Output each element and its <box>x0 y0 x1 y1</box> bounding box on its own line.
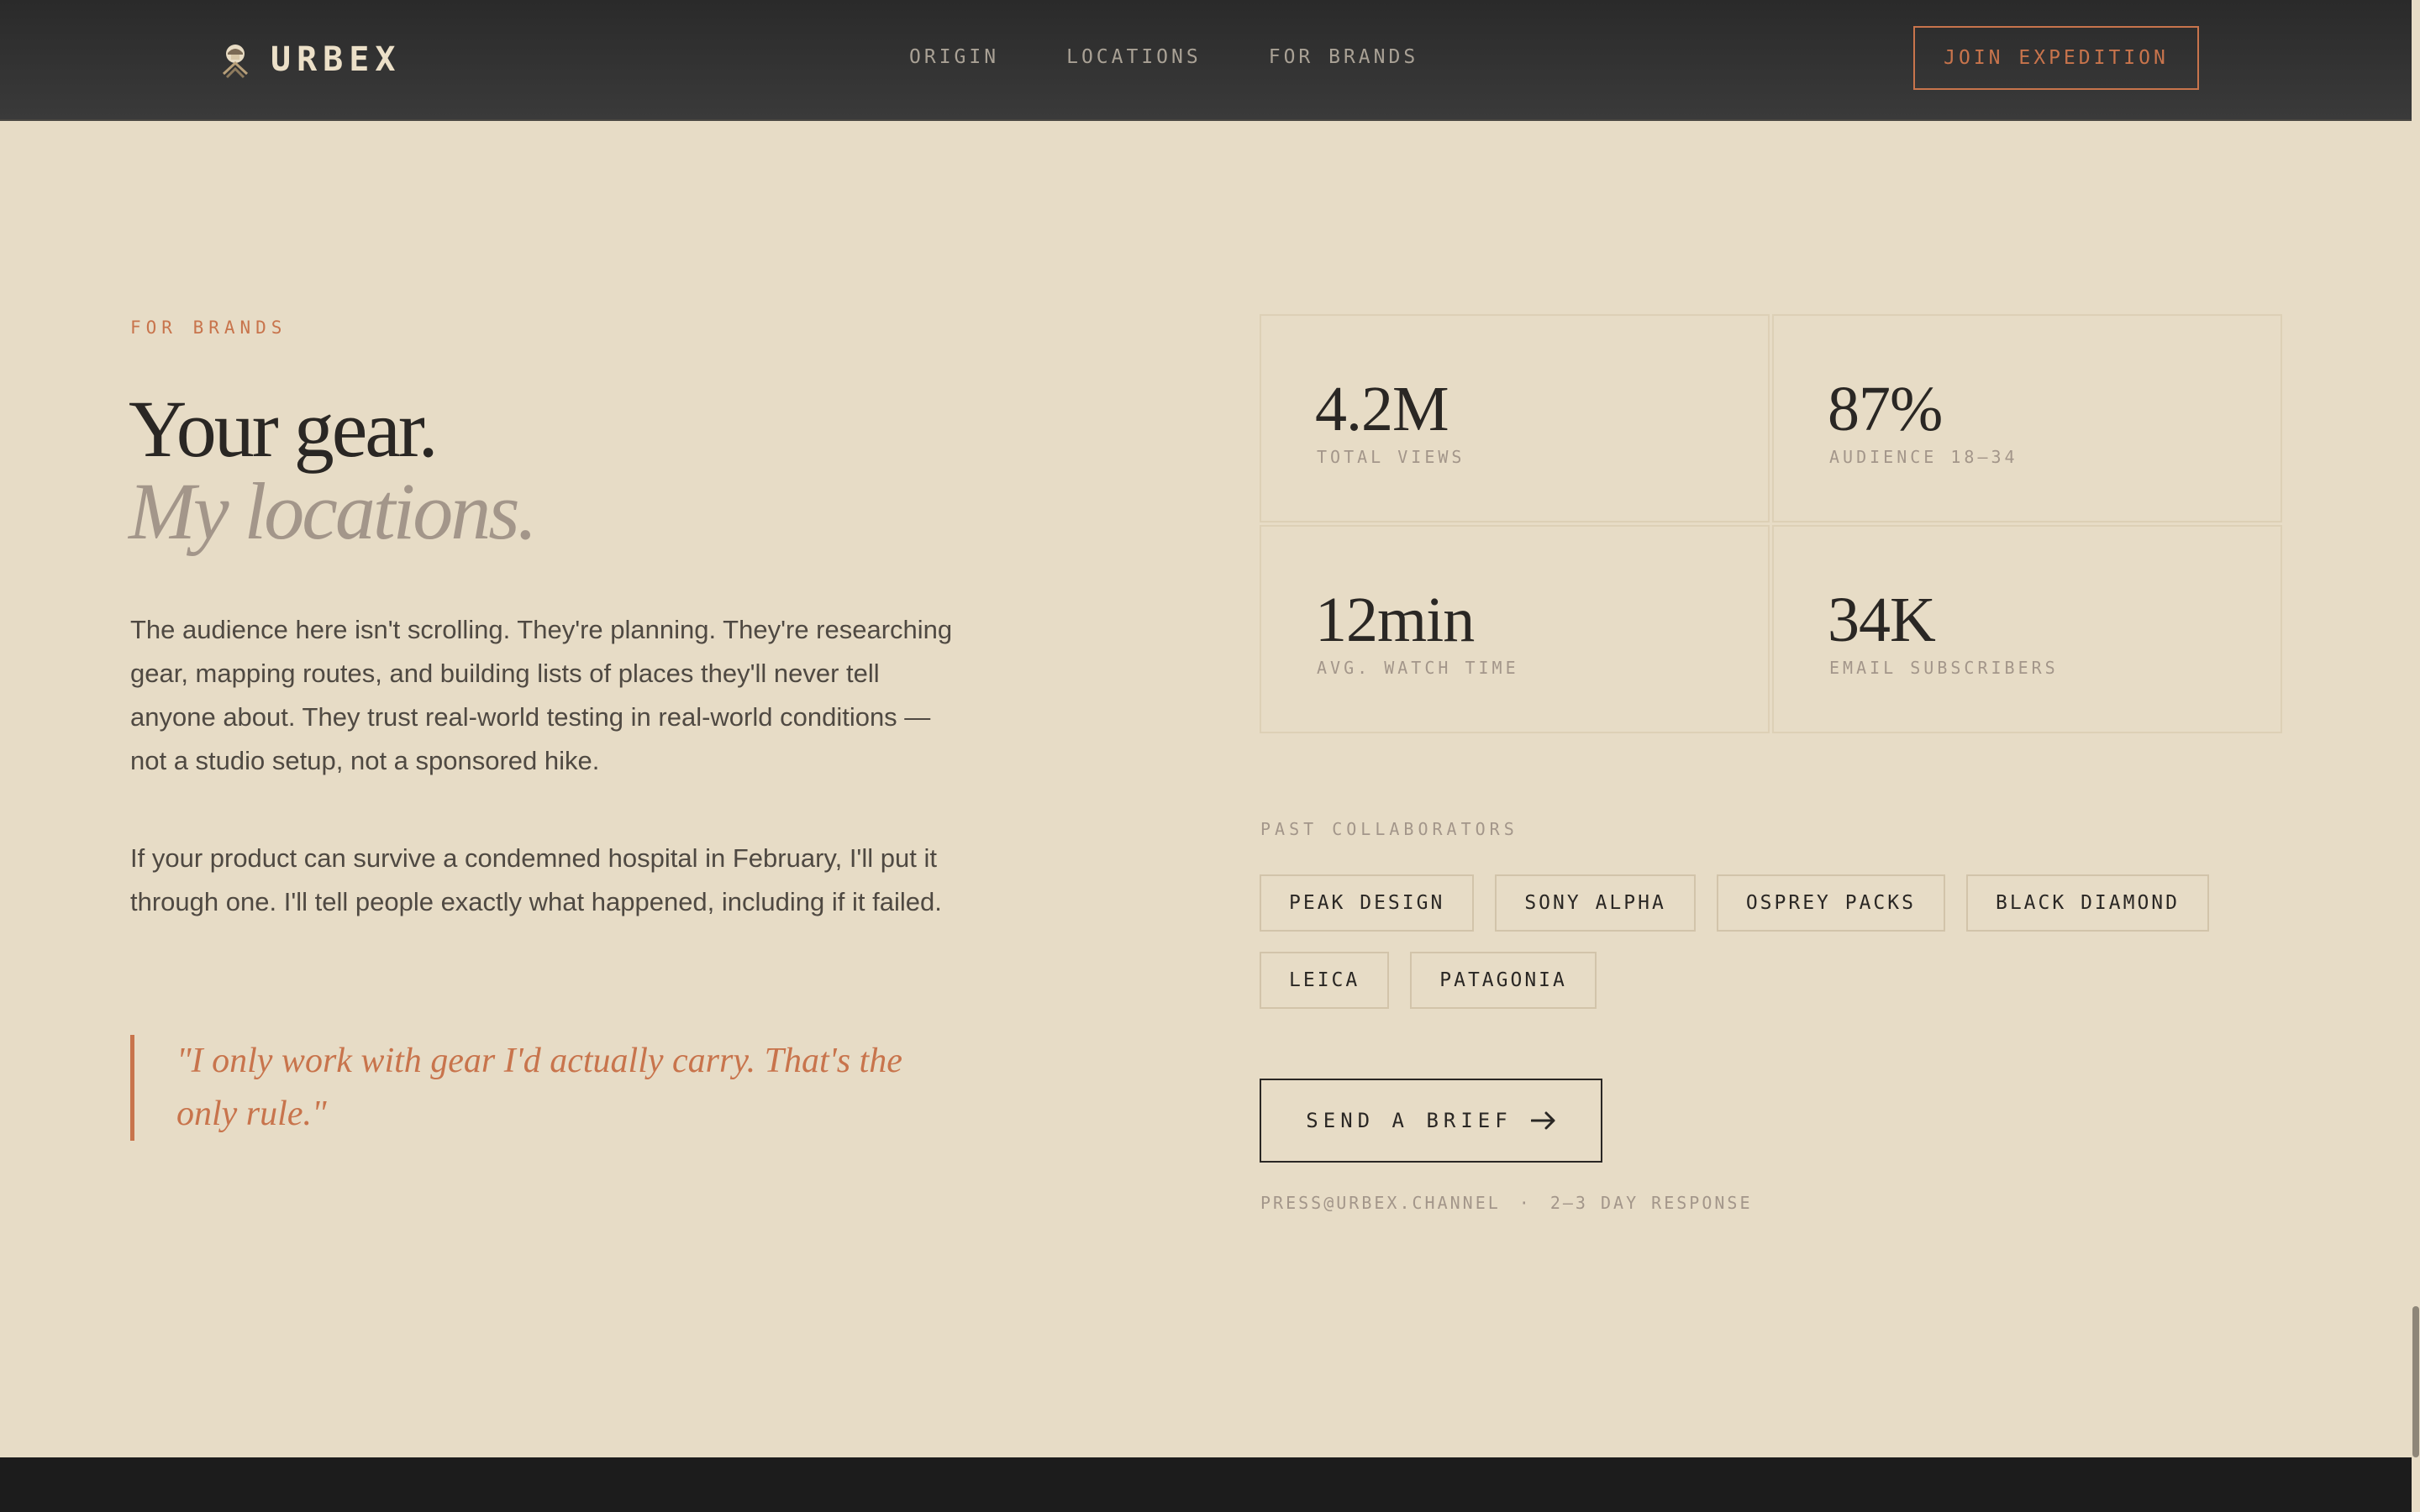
stat-value: 4.2M <box>1315 374 1449 444</box>
collaborator-tag: SONY ALPHA <box>1495 874 1696 932</box>
nav-link-for-brands[interactable]: FOR BRANDS <box>1269 46 1418 68</box>
separator-dot: · <box>1518 1193 1532 1213</box>
press-email-link[interactable]: PRESS@URBEX.CHANNEL <box>1260 1193 1501 1213</box>
page-scrollbar[interactable] <box>2412 0 2420 1512</box>
collaborator-tag: PATAGONIA <box>1410 952 1597 1009</box>
stats-grid: 4.2M TOTAL VIEWS 87% AUDIENCE 18–34 12mi… <box>1260 314 2282 733</box>
stat-value: 34K <box>1828 585 1936 655</box>
contact-line: PRESS@URBEX.CHANNEL · 2–3 DAY RESPONSE <box>1260 1193 1752 1213</box>
brand-name: URBEX <box>271 40 402 79</box>
arrow-right-icon <box>1530 1111 1555 1130</box>
headline-line-1: Your gear. <box>129 384 439 474</box>
scrollbar-thumb[interactable] <box>2412 1306 2419 1457</box>
collaborator-tag-list: PEAK DESIGN SONY ALPHA OSPREY PACKS BLAC… <box>1260 874 2251 1009</box>
collaborator-tag: BLACK DIAMOND <box>1965 874 2209 932</box>
brand-link[interactable]: URBEX <box>220 37 401 82</box>
collaborator-tag: PEAK DESIGN <box>1260 874 1475 932</box>
join-expedition-button[interactable]: JOIN EXPEDITION <box>1913 26 2199 90</box>
nav-link-locations[interactable]: LOCATIONS <box>1066 46 1202 68</box>
intro-paragraph: The audience here isn't scrolling. They'… <box>130 615 953 775</box>
stat-card-audience: 87% AUDIENCE 18–34 <box>1772 314 2282 522</box>
section-eyebrow: FOR BRANDS <box>130 318 287 338</box>
response-time: 2–3 DAY RESPONSE <box>1549 1193 1753 1213</box>
collaborator-tag: OSPREY PACKS <box>1716 874 1945 932</box>
section-headline: Your gear. My locations. <box>129 388 538 556</box>
stat-label: AVG. WATCH TIME <box>1317 658 1519 678</box>
stat-card-watch-time: 12min AVG. WATCH TIME <box>1260 525 1770 733</box>
stat-card-total-views: 4.2M TOTAL VIEWS <box>1260 314 1770 522</box>
stat-label: EMAIL SUBSCRIBERS <box>1829 658 2059 678</box>
stat-value: 87% <box>1828 374 1943 444</box>
send-brief-button[interactable]: SEND A BRIEF <box>1260 1079 1602 1163</box>
headline-line-2: My locations. <box>129 466 538 556</box>
send-brief-label: SEND A BRIEF <box>1306 1109 1512 1132</box>
stat-label: TOTAL VIEWS <box>1317 447 1465 467</box>
explorer-logo-icon <box>222 45 249 79</box>
pitch-paragraph: If your product can survive a condemned … <box>130 843 942 916</box>
pull-quote: "I only work with gear I'd actually carr… <box>130 1035 954 1141</box>
collaborator-tag: LEICA <box>1260 952 1390 1009</box>
footer-top-edge <box>0 1457 2412 1512</box>
top-navigation: URBEX ORIGIN LOCATIONS FOR BRANDS JOIN E… <box>0 0 2412 121</box>
stat-label: AUDIENCE 18–34 <box>1829 447 2018 467</box>
collaborators-heading: PAST COLLABORATORS <box>1260 819 1518 839</box>
nav-link-origin[interactable]: ORIGIN <box>909 46 999 68</box>
stat-card-email-subscribers: 34K EMAIL SUBSCRIBERS <box>1772 525 2282 733</box>
main-nav: ORIGIN LOCATIONS FOR BRANDS <box>909 46 1418 68</box>
stat-value: 12min <box>1315 585 1475 655</box>
